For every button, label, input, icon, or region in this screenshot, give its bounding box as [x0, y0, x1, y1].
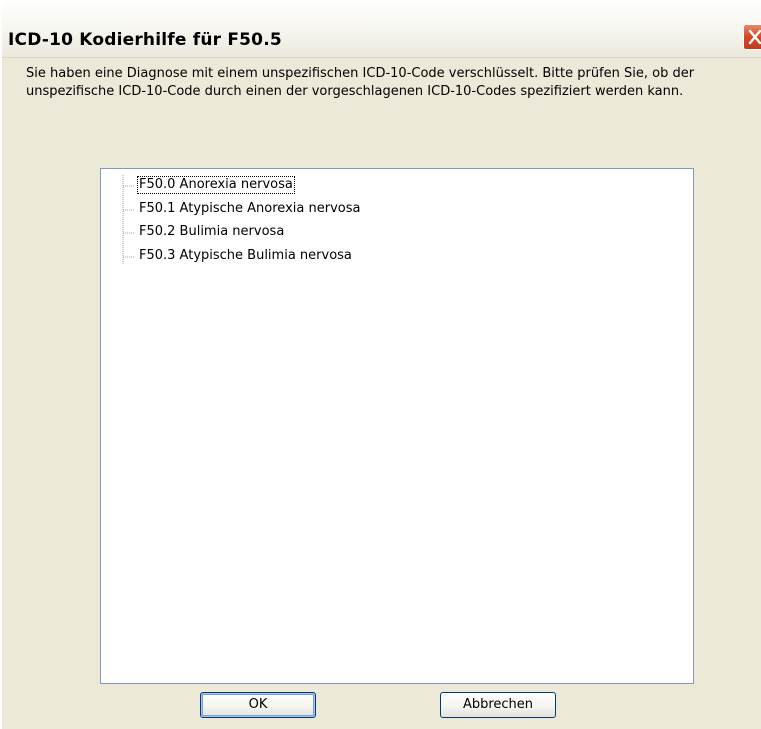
tree-item-f50-1[interactable]: F50.1 Atypische Anorexia nervosa	[137, 200, 362, 218]
tree-connector-lines	[122, 175, 135, 264]
tree-item-f50-2[interactable]: F50.2 Bulimia nervosa	[137, 223, 286, 241]
tree-item-f50-3[interactable]: F50.3 Atypische Bulimia nervosa	[137, 247, 354, 265]
title-bar[interactable]: ICD-10 Kodierhilfe für F50.5	[2, 0, 761, 58]
code-tree[interactable]: F50.0 Anorexia nervosa F50.1 Atypische A…	[100, 168, 694, 684]
close-icon	[748, 29, 761, 45]
cancel-button[interactable]: Abbrechen	[440, 692, 556, 718]
window-title: ICD-10 Kodierhilfe für F50.5	[8, 30, 282, 50]
dialog-window: ICD-10 Kodierhilfe für F50.5 Sie haben e…	[0, 0, 761, 729]
tree-item-f50-0[interactable]: F50.0 Anorexia nervosa	[137, 176, 295, 194]
ok-button[interactable]: OK	[200, 692, 316, 718]
close-button[interactable]	[743, 24, 761, 50]
instruction-text: Sie haben eine Diagnose mit einem unspez…	[26, 66, 695, 99]
